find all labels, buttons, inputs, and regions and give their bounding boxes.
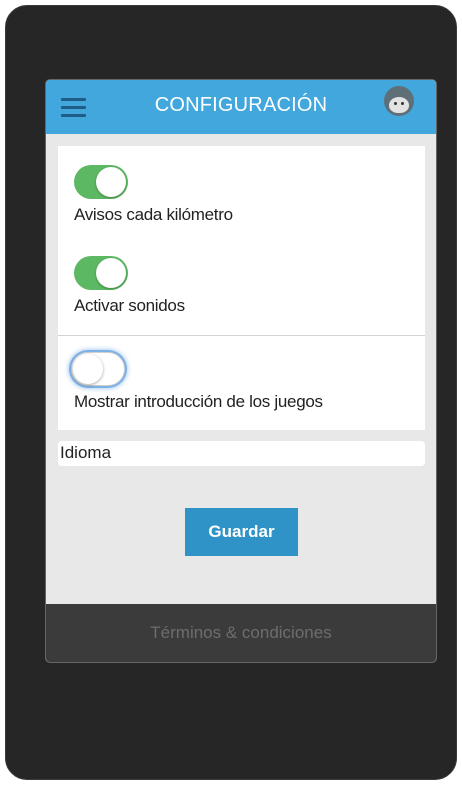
app-screen: CONFIGURACIÓN Avisos cada kilómetro Acti…: [45, 79, 437, 663]
save-button[interactable]: Guardar: [185, 508, 298, 556]
sonidos-toggle[interactable]: [74, 256, 128, 290]
avisos-toggle[interactable]: [74, 165, 128, 199]
setting-item-sonidos: Activar sonidos: [74, 256, 185, 316]
page-title: CONFIGURACIÓN: [154, 94, 328, 116]
header-bar: CONFIGURACIÓN: [46, 80, 436, 134]
terms-link[interactable]: Términos & condiciones: [150, 623, 331, 642]
settings-panel-intro: Mostrar introducción de los juegos: [58, 335, 425, 430]
footer: Términos & condiciones: [46, 604, 436, 662]
setting-item-intro: Mostrar introducción de los juegos: [71, 352, 323, 412]
setting-label-avisos: Avisos cada kilómetro: [74, 205, 233, 224]
phone-frame: CONFIGURACIÓN Avisos cada kilómetro Acti…: [5, 5, 457, 780]
setting-label-intro: Mostrar introducción de los juegos: [74, 392, 323, 411]
intro-toggle[interactable]: [71, 352, 125, 386]
setting-label-sonidos: Activar sonidos: [74, 296, 185, 315]
setting-item-avisos: Avisos cada kilómetro: [74, 165, 233, 225]
settings-panel: Avisos cada kilómetro Activar sonidos: [58, 146, 425, 335]
user-avatar-icon[interactable]: [384, 86, 414, 116]
language-select[interactable]: Idioma: [58, 441, 425, 466]
